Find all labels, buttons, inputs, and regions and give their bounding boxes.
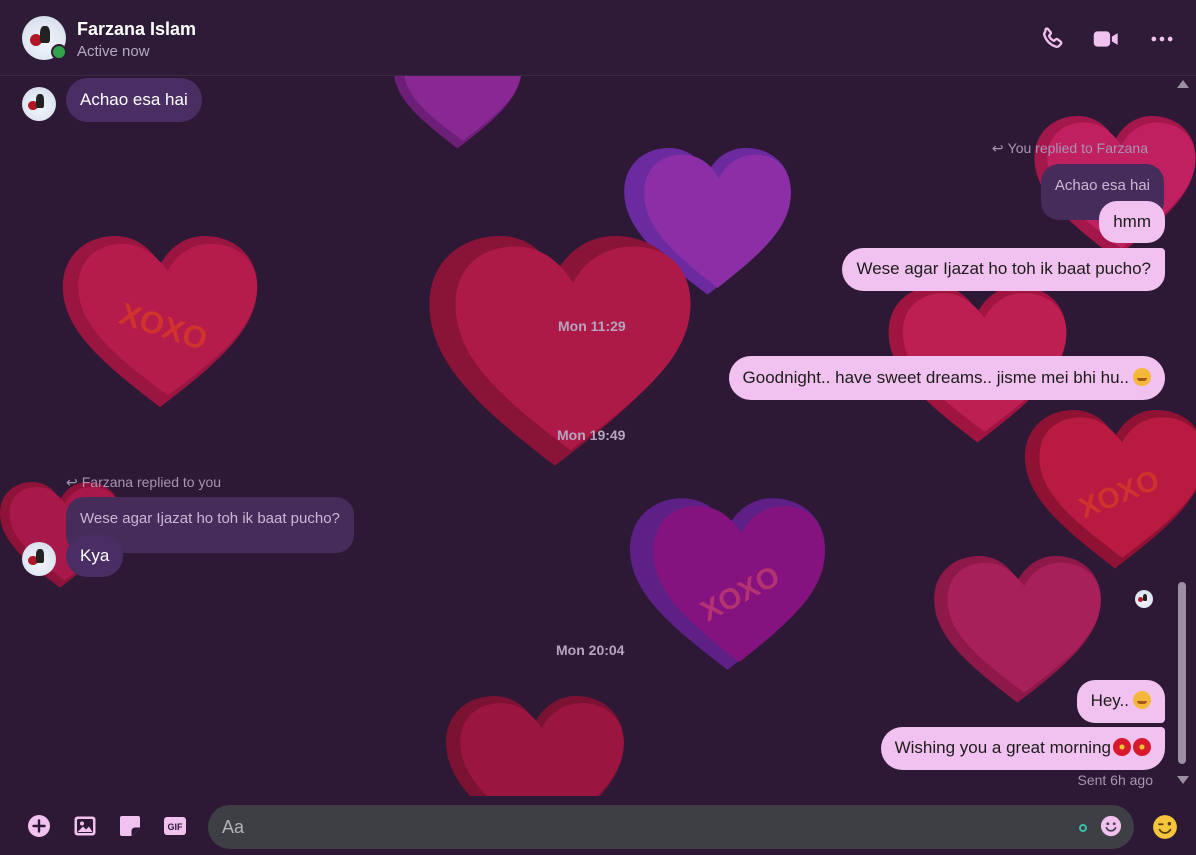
status-indicator-icon — [1079, 824, 1087, 832]
message-composer: GIF — [0, 796, 1196, 855]
message-input[interactable] — [208, 805, 1134, 849]
avatar-figure — [36, 549, 44, 564]
scroll-down-arrow[interactable] — [1177, 776, 1189, 784]
contact-avatar-small[interactable] — [22, 542, 56, 576]
more-options-icon[interactable] — [1148, 25, 1176, 53]
heart-xoxo-text: XOXO — [1075, 464, 1164, 525]
outgoing-message-text: Wishing you a great morning — [894, 738, 1111, 757]
hibiscus-emoji-icon — [1133, 738, 1151, 756]
svg-text:GIF: GIF — [168, 822, 184, 832]
sticker-icon[interactable] — [118, 814, 142, 838]
video-camera-icon[interactable] — [1092, 25, 1120, 53]
outgoing-message[interactable]: Wishing you a great morning — [880, 727, 1165, 770]
outgoing-message-text: Goodnight.. have sweet dreams.. jisme me… — [742, 368, 1129, 387]
timestamp-divider: Mon 20:04 — [556, 642, 625, 658]
message-sent-status: Sent 6h ago — [1077, 772, 1153, 788]
heart-decoration — [380, 76, 535, 151]
contact-name[interactable]: Farzana Islam — [77, 19, 196, 40]
outgoing-message[interactable]: Goodnight.. have sweet dreams.. jisme me… — [728, 356, 1165, 400]
phone-icon[interactable] — [1038, 25, 1066, 53]
add-icon[interactable] — [27, 814, 51, 838]
heart-xoxo-text: XOXO — [696, 560, 786, 628]
smiling-face-emoji-icon — [1133, 691, 1151, 709]
reply-indicator-text: Farzana replied to you — [81, 474, 222, 490]
heart-decoration — [435, 696, 635, 796]
outgoing-message[interactable]: Hey.. — [1076, 680, 1165, 723]
hibiscus-emoji-icon — [1113, 738, 1131, 756]
kissing-face-emoji-icon — [1133, 368, 1151, 386]
seen-receipt-avatar — [1135, 590, 1153, 608]
gif-icon[interactable]: GIF — [163, 814, 187, 838]
online-status-dot — [51, 44, 67, 60]
timestamp-divider: Mon 19:49 — [557, 427, 626, 443]
conversation-header: Farzana Islam Active now — [0, 0, 1196, 76]
reply-arrow-icon: ↩ — [991, 140, 1004, 156]
reply-indicator: ↩ You replied to Farzana — [992, 140, 1148, 157]
scrollbar-thumb[interactable] — [1178, 582, 1186, 764]
contact-avatar-small[interactable] — [22, 87, 56, 121]
reply-indicator-text: You replied to Farzana — [1007, 140, 1148, 156]
contact-status: Active now — [77, 43, 150, 60]
heart-xoxo-text: XOXO — [115, 296, 211, 357]
reply-indicator: ↩ Farzana replied to you — [66, 474, 221, 491]
avatar-figure — [1142, 593, 1147, 602]
heart-decoration: XOXO — [55, 236, 265, 411]
heart-decoration: XOXO — [1025, 406, 1196, 576]
outgoing-message[interactable]: Wese agar Ijazat ho toh ik baat pucho? — [842, 248, 1165, 291]
winking-face-emoji-button-icon[interactable] — [1152, 814, 1178, 840]
heart-decoration: XOXO — [630, 496, 825, 676]
incoming-message[interactable]: Achao esa hai — [66, 78, 202, 122]
emoji-picker-icon[interactable] — [1100, 815, 1122, 837]
timestamp-divider: Mon 11:29 — [558, 318, 626, 334]
incoming-message[interactable]: Kya — [66, 535, 124, 577]
scroll-up-arrow[interactable] — [1177, 80, 1189, 88]
avatar-figure — [36, 94, 44, 109]
outgoing-message-text: Hey.. — [1090, 691, 1129, 710]
outgoing-message[interactable]: hmm — [1099, 201, 1165, 243]
heart-decoration — [610, 148, 805, 298]
image-icon[interactable] — [73, 814, 97, 838]
message-list[interactable]: XOXO XOXO XOXO Achao esa hai ↩ You replie… — [0, 76, 1196, 796]
reply-arrow-icon: ↩ — [66, 474, 78, 490]
avatar-figure — [40, 25, 51, 44]
